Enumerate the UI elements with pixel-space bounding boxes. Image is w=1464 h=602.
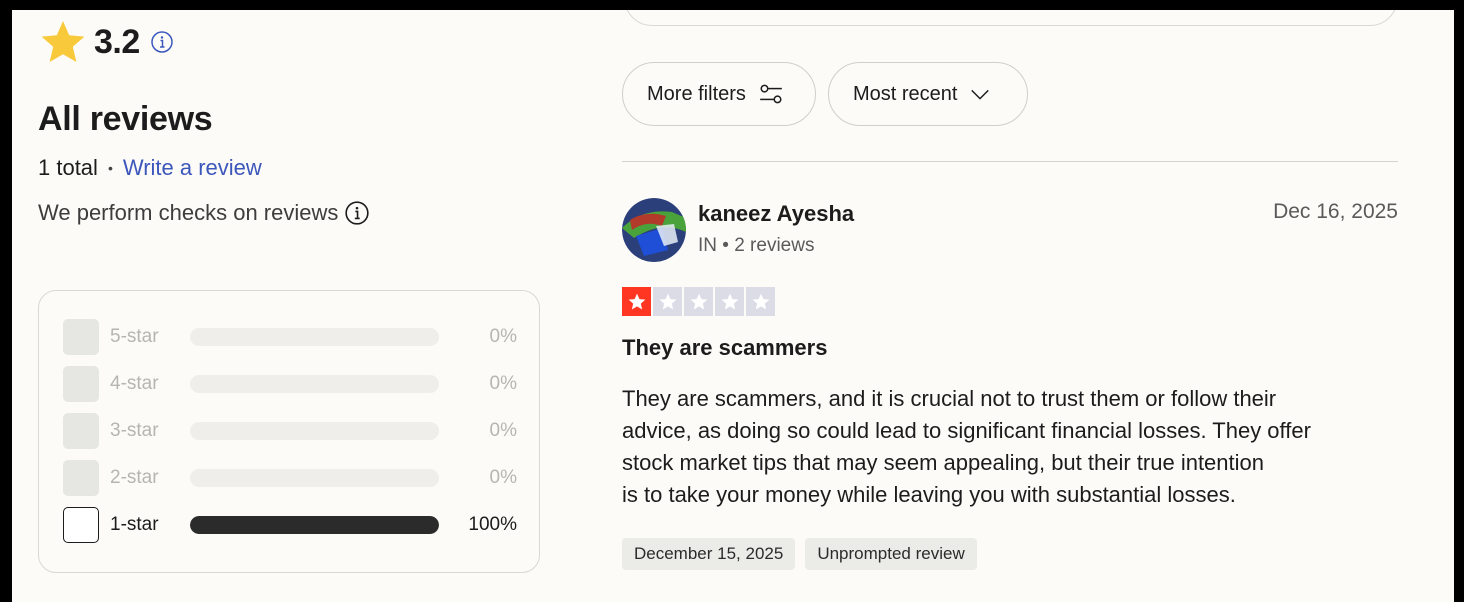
star-label: 3-star [110, 420, 159, 441]
rating-distribution: 5-star 0% 4-star 0% 3-star 0% 2-star 0% … [38, 290, 540, 573]
distribution-row[interactable]: 1-star 100% [63, 507, 517, 543]
distribution-row[interactable]: 5-star 0% [63, 319, 517, 355]
reviews-panel: 3.2 All reviews 1 total • Write a review… [12, 10, 1454, 602]
avatar-image [622, 198, 686, 262]
star-icon [715, 287, 744, 316]
review-tags: December 15, 2025 Unprompted review [622, 538, 977, 570]
sort-dropdown[interactable]: Most recent [828, 62, 1028, 126]
divider [622, 161, 1398, 162]
checks-text: We perform checks on reviews [38, 200, 339, 225]
star-filter-checkbox[interactable] [63, 413, 99, 449]
distribution-bar [190, 516, 439, 534]
review-title[interactable]: They are scammers [622, 335, 827, 361]
star-label: 4-star [110, 373, 159, 394]
star-filter-checkbox[interactable] [63, 319, 99, 355]
star-icon [41, 21, 85, 62]
review-line: is to take your money while leaving you … [622, 482, 1236, 507]
total-row: 1 total • Write a review [38, 155, 262, 181]
star-filter-checkbox[interactable] [63, 366, 99, 402]
page-title: All reviews [38, 100, 213, 138]
bar-fill [190, 516, 439, 534]
star-label: 1-star [110, 514, 159, 535]
distribution-row[interactable]: 3-star 0% [63, 413, 517, 449]
reviewer-meta: IN • 2 reviews [698, 235, 815, 256]
write-review-link[interactable]: Write a review [123, 155, 262, 181]
star-label: 5-star [110, 326, 159, 347]
review-stars [622, 287, 775, 316]
info-icon[interactable] [150, 30, 174, 54]
star-icon [684, 287, 713, 316]
star-filter-checkbox[interactable] [63, 507, 99, 543]
info-icon[interactable] [344, 200, 370, 226]
percent-value: 100% [468, 514, 517, 535]
distribution-bar [190, 375, 439, 393]
star-icon [622, 287, 651, 316]
distribution-row[interactable]: 2-star 0% [63, 460, 517, 496]
distribution-bar [190, 328, 439, 346]
checks-info[interactable]: We perform checks on reviews [38, 200, 370, 226]
star-icon [653, 287, 682, 316]
total-count: 1 total [38, 155, 98, 180]
review-date: Dec 16, 2025 [1273, 200, 1398, 223]
review-body: They are scammers, and it is crucial not… [622, 383, 1412, 511]
separator-dot: • [107, 160, 113, 176]
sliders-icon [760, 84, 782, 104]
rating-value: 3.2 [94, 22, 140, 61]
distribution-row[interactable]: 4-star 0% [63, 366, 517, 402]
chevron-down-icon [971, 89, 990, 100]
star-label: 2-star [110, 467, 159, 488]
percent-value: 0% [489, 326, 517, 347]
avatar[interactable] [622, 198, 686, 262]
review-line: stock market tips that may seem appealin… [622, 450, 1264, 475]
star-filter-checkbox[interactable] [63, 460, 99, 496]
distribution-bar [190, 469, 439, 487]
experience-date-badge: December 15, 2025 [622, 538, 796, 570]
sort-label: Most recent [853, 82, 958, 105]
more-filters-button[interactable]: More filters [622, 62, 816, 126]
overall-rating: 3.2 [38, 18, 174, 66]
reviewer-name[interactable]: kaneez Ayesha [698, 201, 854, 227]
search-field[interactable] [624, 10, 1398, 26]
percent-value: 0% [489, 420, 517, 441]
percent-value: 0% [489, 373, 517, 394]
review-line: They are scammers, and it is crucial not… [622, 386, 1277, 411]
more-filters-label: More filters [647, 82, 746, 105]
unprompted-badge[interactable]: Unprompted review [805, 538, 977, 570]
star-icon [746, 287, 775, 316]
review-line: advice, as doing so could lead to signif… [622, 418, 1311, 443]
distribution-bar [190, 422, 439, 440]
percent-value: 0% [489, 467, 517, 488]
